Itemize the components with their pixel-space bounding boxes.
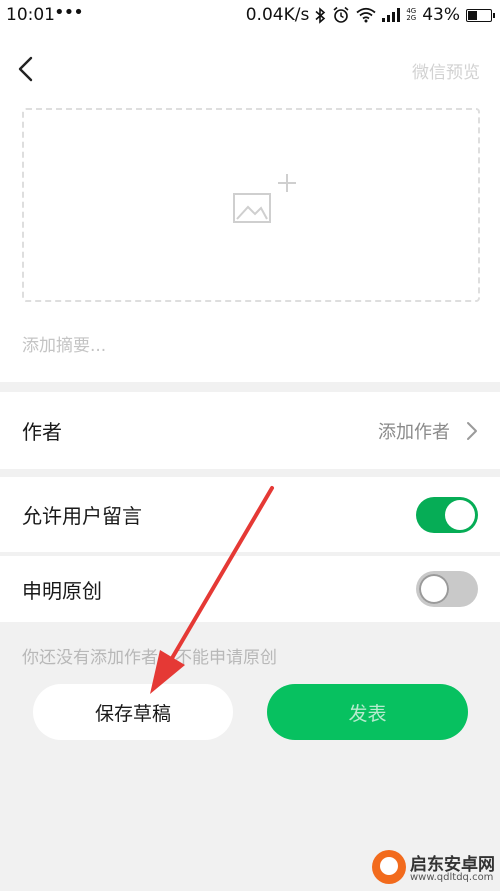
network-speed: 0.04K/s: [245, 5, 310, 25]
chevron-right-icon: [467, 421, 477, 440]
back-button[interactable]: [14, 52, 40, 86]
save-draft-button[interactable]: 保存草稿: [33, 684, 233, 740]
author-row[interactable]: 作者 添加作者: [0, 392, 500, 469]
battery-percent: 43%: [422, 5, 460, 25]
network-type: 4G 2G: [406, 8, 416, 22]
toggle-knob: [419, 574, 449, 604]
chevron-left-icon: [18, 56, 33, 82]
watermark-url: www.qdltdq.com: [410, 872, 494, 883]
toggle-knob: [445, 499, 475, 530]
watermark-logo-icon: [372, 850, 406, 884]
status-right: 0.04K/s 4G 2G 43%: [245, 5, 495, 25]
status-time: 10:01: [6, 5, 55, 25]
network-type-secondary: 2G: [406, 14, 417, 22]
publish-button[interactable]: 发表: [267, 684, 468, 740]
bluetooth-icon: [315, 6, 326, 24]
site-watermark: 启东安卓网 www.qdltdq.com: [372, 848, 500, 891]
summary-input[interactable]: 添加摘要...: [22, 331, 106, 356]
declare-original-toggle[interactable]: [416, 571, 478, 607]
allow-comments-toggle[interactable]: [416, 496, 478, 533]
alarm-icon: [333, 6, 349, 23]
more-notifications-icon: •••: [54, 2, 84, 23]
add-image-icon: [233, 174, 296, 223]
battery-icon: [466, 8, 495, 22]
allow-comments-row: 允许用户留言: [0, 477, 500, 552]
cover-image-picker[interactable]: [22, 108, 480, 302]
status-bar: 10:01 ••• 0.04K/s 4G 2G 43%: [0, 0, 500, 32]
declare-original-label: 申明原创: [22, 578, 102, 603]
add-author-value: 添加作者: [378, 421, 450, 443]
wifi-icon: [356, 7, 376, 23]
declare-original-row: 申明原创: [0, 556, 500, 622]
signal-icon: [382, 8, 401, 22]
wechat-preview-link[interactable]: 微信预览: [412, 58, 480, 83]
original-hint-text: 你还没有添加作者，不能申请原创: [22, 648, 277, 668]
battery-level: [468, 10, 477, 20]
author-label: 作者: [22, 420, 62, 444]
allow-comments-label: 允许用户留言: [22, 504, 142, 528]
